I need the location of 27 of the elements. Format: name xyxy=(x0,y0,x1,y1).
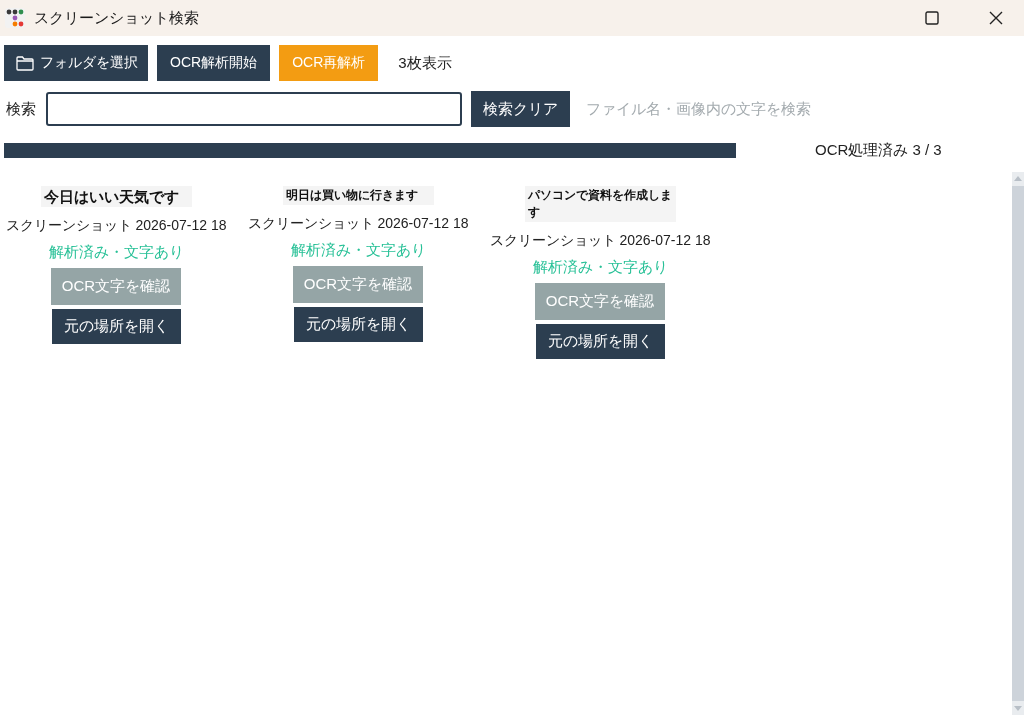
file-name: スクリーンショット 2026-07-12 18 xyxy=(5,216,227,235)
ocr-snippet: パソコンで資料を作成します xyxy=(524,186,676,222)
open-location-button[interactable]: 元の場所を開く xyxy=(51,309,181,344)
open-location-button[interactable]: 元の場所を開く xyxy=(293,307,423,342)
progress-label: OCR処理済み 3 / 3 xyxy=(815,140,942,160)
scroll-up-icon xyxy=(1014,176,1022,181)
image-count: 3枚表示 xyxy=(398,53,452,73)
scroll-down-icon xyxy=(1014,706,1022,711)
ocr-snippet: 今日はいい天気です xyxy=(40,186,192,207)
window-title: スクリーンショット検索 xyxy=(34,8,199,28)
open-location-button[interactable]: 元の場所を開く xyxy=(535,324,665,359)
ocr-status: 解析済み・文字あり xyxy=(532,257,668,277)
folder-icon xyxy=(16,55,34,71)
ocr-status: 解析済み・文字あり xyxy=(48,242,184,262)
file-name: スクリーンショット 2026-07-12 18 xyxy=(489,231,711,250)
maximize-icon xyxy=(925,11,939,25)
toolbar-button[interactable]: OCR解析開始 xyxy=(157,45,271,81)
close-icon xyxy=(989,11,1003,25)
file-name: スクリーンショット 2026-07-12 18 xyxy=(247,214,469,233)
search-hint: ファイル名・画像内の文字を検索 xyxy=(586,99,811,119)
search-label: 検索 xyxy=(6,99,36,119)
ocr-status: 解析済み・文字あり xyxy=(290,240,426,260)
toolbar-button[interactable]: フォルダを選択 xyxy=(4,45,148,81)
clear-search-button[interactable]: 検索クリア xyxy=(471,91,570,127)
ocr-snippet: 明日は買い物に行きます xyxy=(282,186,434,205)
app-icon xyxy=(5,8,25,28)
search-field[interactable] xyxy=(46,92,462,126)
